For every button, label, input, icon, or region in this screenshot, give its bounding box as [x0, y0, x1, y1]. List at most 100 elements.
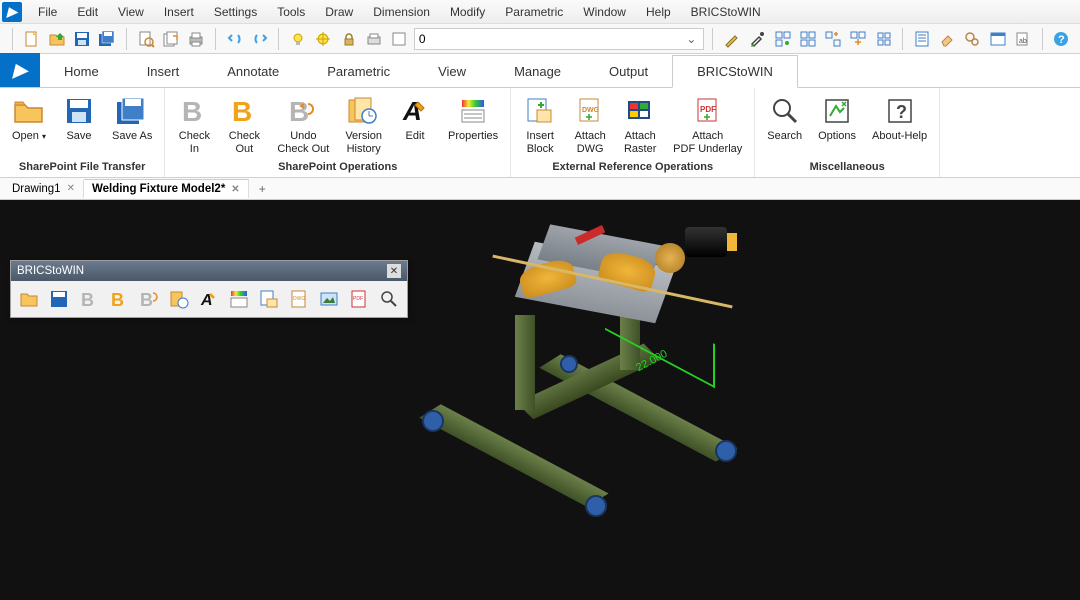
menu-tools[interactable]: Tools — [267, 1, 315, 23]
menu-parametric[interactable]: Parametric — [495, 1, 573, 23]
attach-dwg-icon[interactable]: DWG — [287, 287, 311, 311]
search-icon[interactable] — [377, 287, 401, 311]
menu-file[interactable]: File — [28, 1, 67, 23]
checkin-button[interactable]: B Check In — [173, 92, 215, 157]
attach-pdf-button[interactable]: PDF Attach PDF Underlay — [669, 92, 746, 157]
floating-toolbar-titlebar[interactable]: BRICStoWIN ✕ — [11, 261, 407, 281]
tab-view[interactable]: View — [414, 56, 490, 87]
attach-raster-button[interactable]: Attach Raster — [619, 92, 661, 157]
window-icon[interactable] — [987, 28, 1008, 50]
close-icon[interactable]: ✕ — [387, 264, 401, 278]
layer-selector[interactable]: 0 ⌄ — [414, 28, 705, 50]
floating-toolbar[interactable]: BRICStoWIN ✕ B B B A DWG PDF — [10, 260, 408, 318]
insert-block-icon[interactable] — [257, 287, 281, 311]
menu-help[interactable]: Help — [636, 1, 681, 23]
grid-tool-3-icon[interactable] — [822, 28, 843, 50]
edit-button[interactable]: A Edit — [394, 92, 436, 145]
save-icon[interactable] — [72, 28, 93, 50]
tab-bricstowin[interactable]: BRICStoWIN — [672, 55, 798, 88]
lightbulb-icon[interactable] — [287, 28, 308, 50]
open-icon[interactable] — [46, 28, 67, 50]
eraser-icon[interactable] — [937, 28, 958, 50]
properties-button[interactable]: Properties — [444, 92, 502, 145]
menu-window[interactable]: Window — [573, 1, 636, 23]
menu-modify[interactable]: Modify — [440, 1, 495, 23]
menu-insert[interactable]: Insert — [154, 1, 204, 23]
redo-icon[interactable] — [249, 28, 270, 50]
tab-home[interactable]: Home — [40, 56, 123, 87]
history-icon[interactable] — [167, 287, 191, 311]
brush-icon[interactable] — [721, 28, 742, 50]
b-orange-icon: B — [227, 94, 261, 128]
new-icon[interactable] — [21, 28, 42, 50]
publish-icon[interactable] — [160, 28, 181, 50]
eyedropper-icon[interactable] — [747, 28, 768, 50]
svg-text:DWG: DWG — [582, 107, 600, 114]
saveas-button[interactable]: Save As — [108, 92, 156, 145]
edit-icon[interactable]: A — [197, 287, 221, 311]
separator — [902, 28, 903, 50]
search-button[interactable]: Search — [763, 92, 806, 145]
about-button[interactable]: ? About-Help — [868, 92, 931, 145]
tab-parametric[interactable]: Parametric — [303, 56, 414, 87]
print-icon[interactable] — [186, 28, 207, 50]
print-preview-icon[interactable] — [135, 28, 156, 50]
help-icon[interactable]: ? — [1051, 28, 1072, 50]
edit-label: Edit — [406, 130, 425, 143]
lock-icon[interactable] — [338, 28, 359, 50]
undo-icon[interactable] — [224, 28, 245, 50]
checkout-button[interactable]: B Check Out — [223, 92, 265, 157]
freeze-icon[interactable] — [313, 28, 334, 50]
open-icon[interactable] — [17, 287, 41, 311]
attach-raster-icon[interactable] — [317, 287, 341, 311]
model-viewport[interactable]: BRICStoWIN ✕ B B B A DWG PDF — [0, 200, 1080, 600]
panel-label: Miscellaneous — [763, 159, 931, 175]
options-button[interactable]: Options — [814, 92, 860, 145]
close-icon[interactable]: ✕ — [67, 183, 75, 194]
gears-icon[interactable] — [962, 28, 983, 50]
attach-dwg-button[interactable]: DWG Attach DWG — [569, 92, 611, 157]
attach-pdf-icon: PDF — [691, 94, 725, 128]
separator — [215, 28, 216, 50]
open-button[interactable]: Open ▾ — [8, 92, 50, 145]
doctab-drawing1[interactable]: Drawing1 ✕ — [4, 180, 84, 198]
attach-dwg-icon: DWG — [573, 94, 607, 128]
undo-checkout-icon[interactable]: B — [137, 287, 161, 311]
saveas-label: Save As — [112, 130, 152, 143]
save-icon[interactable] — [47, 287, 71, 311]
properties-icon[interactable] — [227, 287, 251, 311]
tab-annotate[interactable]: Annotate — [203, 56, 303, 87]
add-tab-button[interactable]: + — [249, 179, 276, 199]
menu-edit[interactable]: Edit — [67, 1, 108, 23]
attach-pdf-icon[interactable]: PDF — [347, 287, 371, 311]
color-swatch-icon[interactable] — [389, 28, 410, 50]
insert-block-button[interactable]: Insert Block — [519, 92, 561, 157]
grid-tool-5-icon[interactable] — [873, 28, 894, 50]
tab-output[interactable]: Output — [585, 56, 672, 87]
menu-draw[interactable]: Draw — [315, 1, 363, 23]
menu-settings[interactable]: Settings — [204, 1, 267, 23]
tab-insert[interactable]: Insert — [123, 56, 204, 87]
menu-bricstowin[interactable]: BRICStoWIN — [681, 1, 771, 23]
ref-icon[interactable]: ab — [1012, 28, 1033, 50]
grid-tool-1-icon[interactable] — [772, 28, 793, 50]
doctab-label: Drawing1 — [12, 183, 61, 195]
plot-toggle-icon[interactable] — [363, 28, 384, 50]
checkin-icon[interactable]: B — [77, 287, 101, 311]
sheet-icon[interactable] — [911, 28, 932, 50]
version-history-button[interactable]: Version History — [341, 92, 386, 157]
doctab-welding-fixture[interactable]: Welding Fixture Model2* ✕ — [84, 179, 249, 198]
grid-tool-2-icon[interactable] — [797, 28, 818, 50]
tab-manage[interactable]: Manage — [490, 56, 585, 87]
undo-checkout-button[interactable]: B Undo Check Out — [273, 92, 333, 157]
app-menu-button[interactable]: ▶ — [0, 53, 40, 87]
grid-tool-4-icon[interactable] — [848, 28, 869, 50]
checkout-icon[interactable]: B — [107, 287, 131, 311]
saveall-icon[interactable] — [97, 28, 118, 50]
close-icon[interactable]: ✕ — [231, 184, 239, 195]
save-label: Save — [66, 130, 91, 143]
ribbon-tabs: ▶ Home Insert Annotate Parametric View M… — [0, 54, 1080, 88]
save-button[interactable]: Save — [58, 92, 100, 145]
menu-dimension[interactable]: Dimension — [363, 1, 440, 23]
menu-view[interactable]: View — [108, 1, 154, 23]
